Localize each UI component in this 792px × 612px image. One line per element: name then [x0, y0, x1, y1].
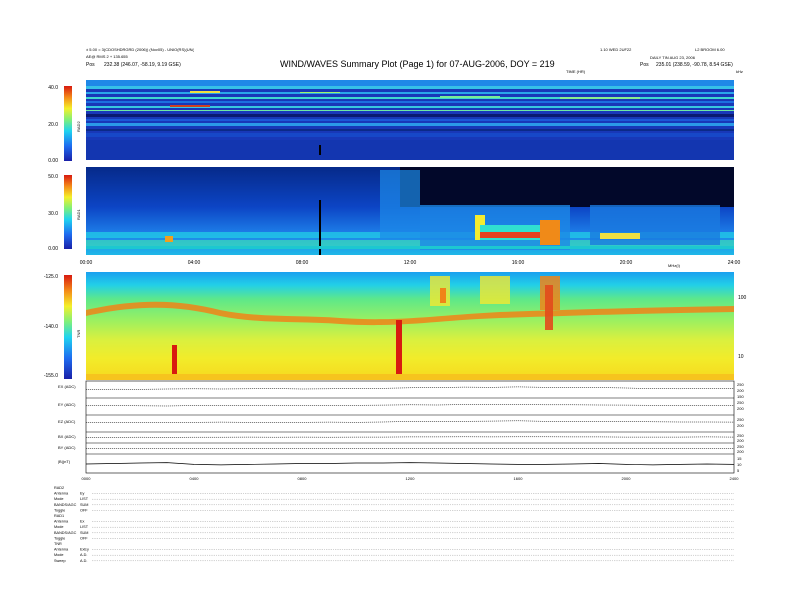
- ey-label: EY (ADC): [58, 402, 76, 407]
- footer-value: ExEy: [80, 548, 89, 552]
- footer-key: BANDS/AGC: [54, 531, 77, 535]
- footer-key: Mode: [54, 497, 64, 501]
- rad1-xtick-6: 24:00: [728, 260, 741, 266]
- ex-label: EX (ADC): [58, 384, 76, 389]
- b-rtick-1: 10: [737, 462, 742, 467]
- footer-key: Mode: [54, 525, 64, 529]
- series-line-BX(ADC): [86, 436, 735, 438]
- tnr-spectrogram: [86, 272, 734, 380]
- bx-rtick-1: 200: [737, 438, 744, 443]
- rad2-panel-label: RAD2: [76, 121, 81, 132]
- b-mag-label: |B|(nT): [58, 459, 71, 464]
- footer-key: RAD1: [54, 514, 64, 518]
- by-label: BY (ADC): [58, 445, 76, 450]
- b-rtick-2: 5: [737, 468, 740, 473]
- bottom-xtick-5: 2000: [622, 476, 632, 481]
- line-panels-frame: [85, 380, 735, 474]
- footer-value: Ex: [80, 520, 85, 524]
- footer-key: Antenna: [54, 492, 69, 496]
- tnr-cbar-tick-min: -155.0: [44, 373, 58, 379]
- footer-value: LIST: [80, 497, 89, 501]
- bottom-xtick-0: 0000: [82, 476, 92, 481]
- rad1-xtick-0: 00:00: [80, 260, 93, 266]
- rad1-xtick-3: 12:00: [404, 260, 417, 266]
- by-rtick-1: 200: [737, 449, 744, 454]
- ex-rtick-0: 250: [737, 382, 744, 387]
- bottom-xtick-4: 1600: [514, 476, 524, 481]
- footer-value: SUM: [80, 503, 88, 507]
- series-line-EX(ADC): [85, 386, 735, 390]
- footer-key: Toggle: [54, 536, 65, 540]
- rad1-xtick-2: 08:00: [296, 260, 309, 266]
- footer-value: Ey: [80, 492, 85, 496]
- footer-value: OFF: [80, 536, 88, 540]
- bottom-xtick-2: 0800: [298, 476, 308, 481]
- footer-value: LIST: [80, 525, 89, 529]
- ex-rtick-1: 200: [737, 388, 744, 393]
- bx-label: BX (ADC): [58, 434, 76, 439]
- series-line-|B|(nT): [85, 462, 735, 466]
- footer-key: BANDS/AGC: [54, 503, 77, 507]
- ez-rtick-0: 250: [737, 417, 744, 422]
- rad1-xtick-5: 20:00: [620, 260, 633, 266]
- tnr-colorbar: [64, 275, 72, 379]
- footer-key: Toggle: [54, 508, 65, 512]
- rad1-colorbar: [64, 175, 72, 249]
- rad2-colorbar: [64, 86, 72, 161]
- footer-value: A.D.: [80, 559, 87, 563]
- rad1-xtick-1: 04:00: [188, 260, 201, 266]
- bottom-xtick-6: 2400: [730, 476, 740, 481]
- footer-value: A.D.: [80, 553, 87, 557]
- footer-value: OFF: [80, 508, 88, 512]
- footer-key: Sweep: [54, 559, 66, 563]
- bottom-xtick-1: 0400: [190, 476, 200, 481]
- line-series-layer: [85, 386, 735, 466]
- tnr-cbar-tick-mid: -140.0: [44, 324, 58, 330]
- series-line-EY(ADC): [85, 404, 735, 407]
- rad2-cbar-tick-mid: 20.0: [48, 122, 58, 128]
- ey-rtick-1: 200: [737, 406, 744, 411]
- ez-label: EZ (ADC): [58, 419, 76, 424]
- rad1-cbar-tick-min: 0.00: [48, 246, 58, 252]
- ez-rtick-1: 200: [737, 423, 744, 428]
- footer-key: TNR: [54, 542, 62, 546]
- ex-rtick-2: 150: [737, 394, 744, 399]
- b-rtick-0: 15: [737, 456, 742, 461]
- rad2-spectrogram: [86, 80, 734, 160]
- ey-rtick-0: 250: [737, 400, 744, 405]
- rad1-cbar-tick-max: 50.0: [48, 174, 58, 180]
- footer-key: RAD2: [54, 486, 64, 490]
- footer-key: Mode: [54, 553, 64, 557]
- footer-table: RAD2Antenna EyMode LISTBANDS/AGC SUMToggle O…: [54, 486, 734, 563]
- rad1-xtick-4: 16:00: [512, 260, 525, 266]
- tnr-panel-label: TNR: [76, 330, 81, 338]
- summary-plot-figure: 40.0 20.0 0.00 50.0 30.0 0.00 -125.0 -14…: [44, 80, 747, 563]
- footer-key: Antenna: [54, 520, 69, 524]
- rad1-spectrogram: [86, 167, 734, 255]
- footer-key: Antenna: [54, 548, 69, 552]
- bottom-xtick-3: 1200: [406, 476, 416, 481]
- tnr-right-tick-100: 100: [738, 295, 747, 301]
- rad2-cbar-tick-max: 40.0: [48, 85, 58, 91]
- tnr-right-tick-10: 10: [738, 354, 744, 360]
- tnr-cbar-tick-max: -125.0: [44, 274, 58, 280]
- footer-value: SUM: [80, 531, 88, 535]
- rad1-cbar-tick-mid: 30.0: [48, 211, 58, 217]
- rad1-panel-label: RAD1: [76, 209, 81, 220]
- series-line-EZ(ADC): [86, 420, 735, 423]
- rad2-cbar-tick-min: 0.00: [48, 158, 58, 164]
